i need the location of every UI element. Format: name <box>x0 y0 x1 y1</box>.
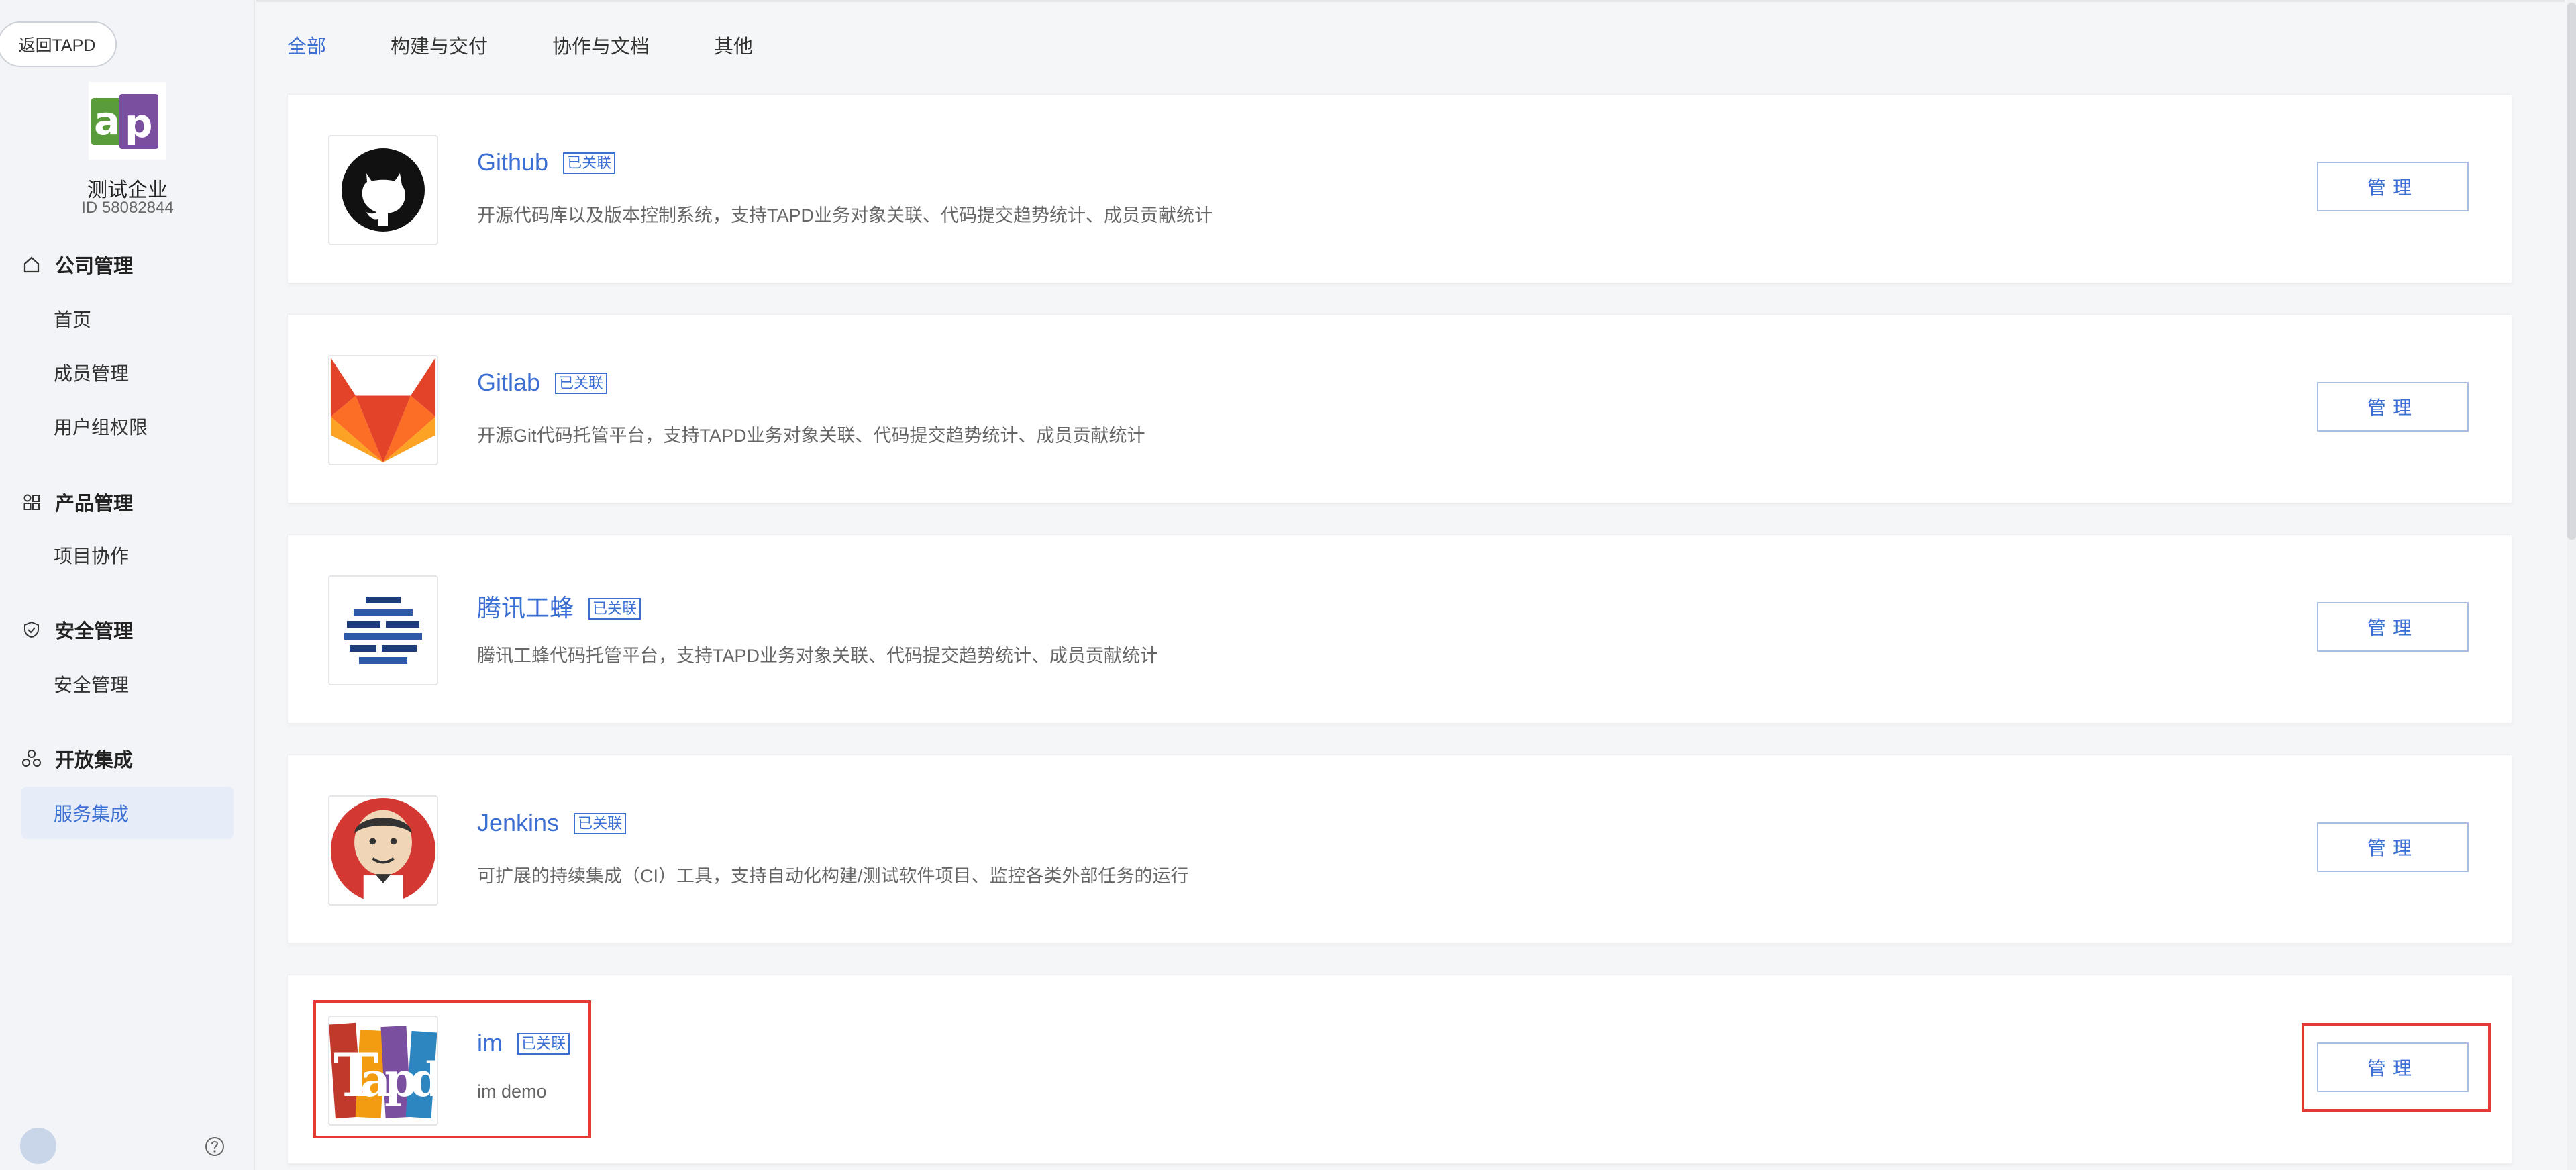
svg-text:a: a <box>94 98 120 144</box>
integration-card-tencent-gongfeng: 腾讯工蜂 已关联 腾讯工蜂代码托管平台，支持TAPD业务对象关联、代码提交趋势统计… <box>287 534 2512 724</box>
sidebar-item-projects[interactable]: 项目协作 <box>21 529 234 581</box>
grid-icon <box>21 492 42 512</box>
status-badge: 已关联 <box>563 152 616 174</box>
sidebar: 返回TAPD a p 测试企业 ID 58082844 公司管理 首页 成员管理… <box>0 0 255 1170</box>
tencent-gongfeng-logo-icon <box>328 575 438 685</box>
home-icon <box>21 254 42 275</box>
integration-card-im: T a p d im 已关联 im demo 管理 <box>287 975 2512 1164</box>
company-logo: a p <box>89 82 166 160</box>
manage-button[interactable]: 管理 <box>2317 162 2469 211</box>
jenkins-logo-icon <box>328 795 438 906</box>
integration-title[interactable]: Gitlab <box>477 369 540 396</box>
sidebar-item-service-integration[interactable]: 服务集成 <box>21 787 234 839</box>
shield-icon <box>21 620 42 640</box>
tab-all[interactable]: 全部 <box>287 32 326 62</box>
integration-name[interactable]: Github 已关联 <box>477 148 616 177</box>
manage-button[interactable]: 管理 <box>2317 602 2469 652</box>
sidebar-item-usergroups[interactable]: 用户组权限 <box>21 400 234 452</box>
integration-title[interactable]: im <box>477 1029 503 1057</box>
integration-title[interactable]: 腾讯工蜂 <box>477 594 574 622</box>
gitlab-logo-icon <box>328 355 438 465</box>
integration-card-gitlab: Gitlab 已关联 开源Git代码托管平台，支持TAPD业务对象关联、代码提交趋… <box>287 314 2512 503</box>
integration-card-github: Github 已关联 开源代码库以及版本控制系统，支持TAPD业务对象关联、代码提… <box>287 94 2512 283</box>
back-to-tapd-button[interactable]: 返回TAPD <box>0 21 117 67</box>
manage-button[interactable]: 管理 <box>2317 382 2469 432</box>
sidebar-item-security[interactable]: 安全管理 <box>21 658 234 710</box>
nav-section-company: 公司管理 <box>21 244 236 285</box>
integration-card-jenkins: Jenkins 已关联 可扩展的持续集成（CI）工具，支持自动化构建/测试软件项目… <box>287 754 2512 944</box>
status-badge: 已关联 <box>555 373 608 394</box>
integration-description: 腾讯工蜂代码托管平台，支持TAPD业务对象关联、代码提交趋势统计、成员贡献统计 <box>477 646 1159 666</box>
tab-collab-docs[interactable]: 协作与文档 <box>552 32 650 62</box>
scrollbar-thumb[interactable] <box>2567 3 2576 540</box>
tab-other[interactable]: 其他 <box>714 32 753 62</box>
top-divider <box>256 0 2565 2</box>
tapd-logo-icon: T a p d <box>328 1016 438 1126</box>
svg-text:p: p <box>125 101 153 146</box>
company-id: ID 58082844 <box>81 199 174 217</box>
nav-section-security: 安全管理 <box>21 610 236 650</box>
sidebar-item-home[interactable]: 首页 <box>21 293 234 345</box>
manage-button[interactable]: 管理 <box>2317 1042 2469 1092</box>
nav-section-product: 产品管理 <box>21 482 236 522</box>
tab-build-delivery[interactable]: 构建与交付 <box>391 32 488 62</box>
svg-text:d: d <box>410 1052 437 1108</box>
integration-description: 开源代码库以及版本控制系统，支持TAPD业务对象关联、代码提交趋势统计、成员贡献… <box>477 205 1213 226</box>
nav-section-label: 安全管理 <box>55 621 134 642</box>
nav-section-label: 开放集成 <box>55 750 134 771</box>
integration-name[interactable]: im 已关联 <box>477 1029 570 1057</box>
status-badge: 已关联 <box>517 1033 570 1055</box>
integration-name[interactable]: Jenkins 已关联 <box>477 809 627 837</box>
scrollbar[interactable] <box>2567 0 2576 1170</box>
category-tabs: 全部 构建与交付 协作与文档 其他 <box>287 32 817 62</box>
github-logo-icon <box>328 135 438 245</box>
nav-section-label: 产品管理 <box>55 493 134 515</box>
avatar[interactable] <box>20 1128 56 1164</box>
integration-description: 开源Git代码托管平台，支持TAPD业务对象关联、代码提交趋势统计、成员贡献统计 <box>477 426 1145 446</box>
main-content: 全部 构建与交付 协作与文档 其他 Github 已关联 开源代码库以及版本控制系… <box>256 0 2565 1170</box>
integration-name[interactable]: 腾讯工蜂 已关联 <box>477 589 641 624</box>
status-badge: 已关联 <box>588 598 641 620</box>
status-badge: 已关联 <box>574 813 627 834</box>
integration-title[interactable]: Github <box>477 148 548 176</box>
integration-title[interactable]: Jenkins <box>477 809 559 836</box>
integration-name[interactable]: Gitlab 已关联 <box>477 369 608 397</box>
integration-description: 可扩展的持续集成（CI）工具，支持自动化构建/测试软件项目、监控各类外部任务的运… <box>477 866 1189 886</box>
nav-section-label: 公司管理 <box>55 256 134 277</box>
nav-section-integration: 开放集成 <box>21 738 236 779</box>
integration-icon <box>21 748 42 769</box>
help-icon[interactable] <box>204 1136 225 1157</box>
manage-button[interactable]: 管理 <box>2317 822 2469 872</box>
integration-description: im demo <box>477 1081 547 1102</box>
sidebar-item-members[interactable]: 成员管理 <box>21 346 234 399</box>
